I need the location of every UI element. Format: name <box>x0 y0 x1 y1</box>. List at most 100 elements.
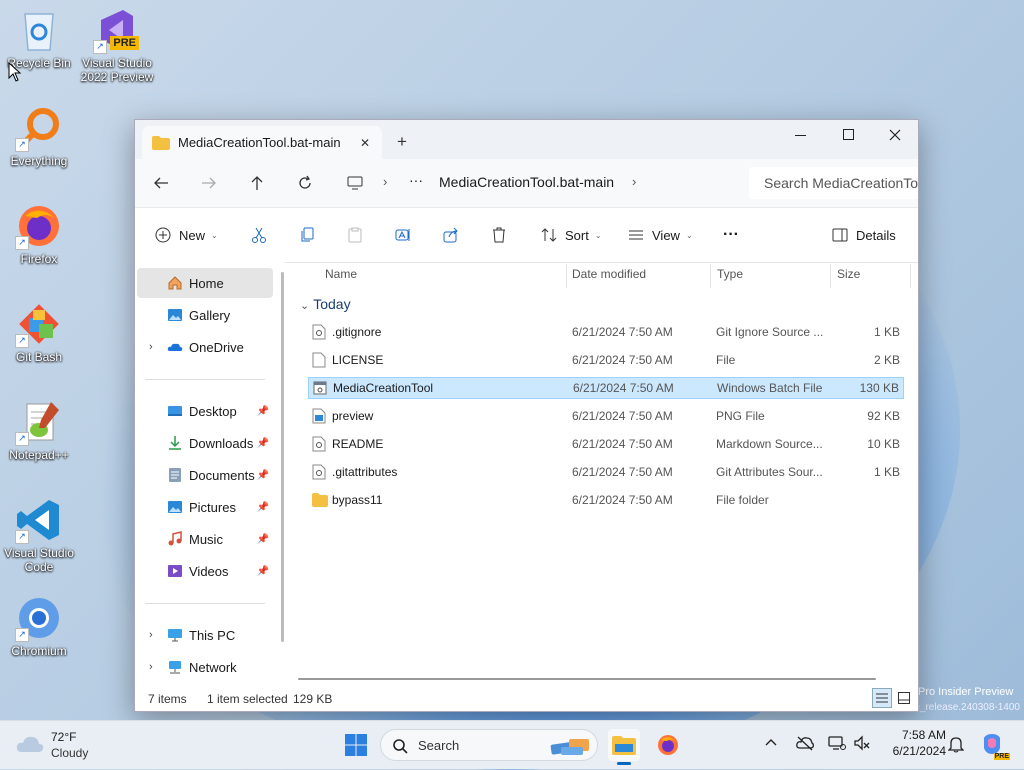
sidebar-item-pictures[interactable]: Pictures 📌 <box>137 492 273 522</box>
weather-widget[interactable]: 72°F Cloudy <box>16 728 116 762</box>
sidebar-divider <box>145 603 265 604</box>
taskbar-firefox[interactable] <box>652 729 684 761</box>
sidebar-item-label: Home <box>189 275 224 291</box>
tiles-view-icon <box>898 692 910 704</box>
document-icon <box>169 468 181 482</box>
paste-button[interactable] <box>347 222 363 248</box>
shortcut-arrow-icon: ↗ <box>15 628 29 642</box>
sidebar-item-this-pc[interactable]: › This PC <box>137 620 273 650</box>
back-button[interactable] <box>145 167 177 199</box>
close-tab-icon[interactable]: ✕ <box>360 136 370 150</box>
more-options-button[interactable]: ··· <box>723 222 739 248</box>
taskbar-file-explorer[interactable] <box>608 729 640 765</box>
maximize-button[interactable] <box>826 120 872 150</box>
refresh-button[interactable] <box>289 167 321 199</box>
horizontal-scrollbar[interactable] <box>298 678 876 680</box>
chevron-right-icon[interactable]: › <box>149 341 153 353</box>
delete-button[interactable] <box>491 222 507 248</box>
tab-mediacreationtool[interactable]: MediaCreationTool.bat-main ✕ <box>142 126 382 159</box>
show-hidden-icons-button[interactable] <box>764 734 778 750</box>
network-status-button[interactable] <box>796 735 814 754</box>
sidebar-item-network[interactable]: › Network <box>137 652 273 682</box>
taskbar-search-box[interactable]: Search <box>380 729 598 761</box>
rename-button[interactable] <box>395 222 411 248</box>
details-view-toggle[interactable] <box>872 688 892 708</box>
sidebar-item-gallery[interactable]: Gallery <box>137 300 273 330</box>
display-status-button[interactable] <box>828 735 846 754</box>
sidebar-item-downloads[interactable]: Downloads 📌 <box>137 428 273 458</box>
file-row[interactable]: bypass11 6/21/2024 7:50 AM File folder <box>308 489 904 511</box>
forward-button[interactable] <box>193 167 225 199</box>
volume-status-button[interactable] <box>853 735 871 754</box>
sidebar-item-documents[interactable]: Documents 📌 <box>137 460 273 490</box>
chevron-right-icon[interactable]: › <box>632 174 636 189</box>
desktop-icon-visual-studio-preview[interactable]: PRE ↗ Visual Studio 2022 Preview <box>79 6 155 84</box>
sidebar-scrollbar[interactable] <box>281 272 284 642</box>
chevron-right-icon[interactable]: › <box>149 629 153 641</box>
sidebar-item-label: Documents <box>189 467 255 483</box>
sort-button[interactable]: Sort ⌄ <box>541 222 602 248</box>
sidebar-divider <box>145 379 265 380</box>
tiles-view-toggle[interactable] <box>894 688 914 708</box>
network-icon <box>169 661 181 674</box>
navigation-pane: Home Gallery › OneDrive Desktop 📌 Downlo… <box>135 262 285 680</box>
file-row[interactable]: preview 6/21/2024 7:50 AM PNG File 92 KB <box>308 405 904 427</box>
sidebar-item-desktop[interactable]: Desktop 📌 <box>137 396 273 426</box>
file-row[interactable]: .gitattributes 6/21/2024 7:50 AM Git Att… <box>308 461 904 483</box>
sidebar-item-videos[interactable]: Videos 📌 <box>137 556 273 586</box>
column-header-date[interactable]: Date modified <box>572 267 646 281</box>
desktop-icon-git-bash[interactable]: ↗ Git Bash <box>1 300 77 364</box>
file-row[interactable]: .gitignore 6/21/2024 7:50 AM Git Ignore … <box>308 321 904 343</box>
file-name: bypass11 <box>332 493 383 507</box>
pictures-icon <box>168 501 182 513</box>
column-header-name[interactable]: Name <box>325 267 357 281</box>
chevron-right-icon[interactable]: › <box>149 661 153 673</box>
desktop-icon-notepad-plus-plus[interactable]: ↗ Notepad++ <box>1 398 77 462</box>
column-header-type[interactable]: Type <box>717 267 743 281</box>
share-button[interactable] <box>443 222 459 248</box>
view-button[interactable]: View ⌄ <box>628 222 693 248</box>
desktop-icon-label: Everything <box>10 154 68 168</box>
refresh-icon <box>299 175 311 189</box>
copy-button[interactable] <box>299 222 315 248</box>
file-row[interactable]: LICENSE 6/21/2024 7:50 AM File 2 KB <box>308 349 904 371</box>
copilot-button[interactable]: PRE <box>980 732 1010 760</box>
sidebar-item-home[interactable]: Home <box>137 268 273 298</box>
file-type: File folder <box>716 493 769 507</box>
sidebar-item-label: Network <box>189 659 237 675</box>
tab-bar: MediaCreationTool.bat-main ✕ + <box>135 120 918 159</box>
this-pc-crumb[interactable] <box>339 167 371 199</box>
sidebar-item-onedrive[interactable]: › OneDrive <box>137 332 273 362</box>
monitor-icon <box>347 176 363 190</box>
up-button[interactable] <box>241 167 273 199</box>
sort-icon <box>541 228 557 242</box>
file-size: 1 KB <box>873 325 900 339</box>
breadcrumb-more[interactable]: ··· <box>409 172 423 188</box>
chevron-right-icon[interactable]: › <box>383 174 387 189</box>
desktop-icon-recycle-bin[interactable]: Recycle Bin <box>1 6 77 70</box>
start-button[interactable] <box>340 729 372 761</box>
sidebar-item-label: Music <box>189 531 223 547</box>
file-row-selected[interactable]: MediaCreationTool 6/21/2024 7:50 AM Wind… <box>308 377 904 399</box>
sidebar-item-music[interactable]: Music 📌 <box>137 524 273 554</box>
breadcrumb-current[interactable]: MediaCreationTool.bat-main <box>439 174 614 190</box>
search-box[interactable]: Search MediaCreationTool.bat-main <box>749 167 918 199</box>
clock[interactable]: 7:58 AM 6/21/2024 <box>880 728 946 758</box>
desktop-icon-everything[interactable]: ↗ Everything <box>1 104 77 168</box>
desktop-icon-chromium[interactable]: ↗ Chromium <box>1 594 77 658</box>
details-pane-button[interactable]: Details <box>832 222 896 248</box>
tab-title: MediaCreationTool.bat-main <box>178 135 341 150</box>
file-row[interactable]: README 6/21/2024 7:50 AM Markdown Source… <box>308 433 904 455</box>
new-button[interactable]: New ⌄ <box>155 222 218 248</box>
new-tab-button[interactable]: + <box>397 132 407 152</box>
desktop-icon-vscode[interactable]: ↗ Visual Studio Code <box>1 496 77 574</box>
desktop-icon-firefox[interactable]: ↗ Firefox <box>1 202 77 266</box>
close-button[interactable] <box>872 120 918 150</box>
minimize-button[interactable] <box>778 120 824 150</box>
notifications-button[interactable] <box>947 735 965 756</box>
group-header-today[interactable]: ⌄ Today <box>300 296 351 312</box>
copy-icon <box>301 227 314 242</box>
cut-button[interactable] <box>251 222 267 248</box>
column-header-size[interactable]: Size <box>837 267 860 281</box>
trash-icon <box>493 227 505 243</box>
